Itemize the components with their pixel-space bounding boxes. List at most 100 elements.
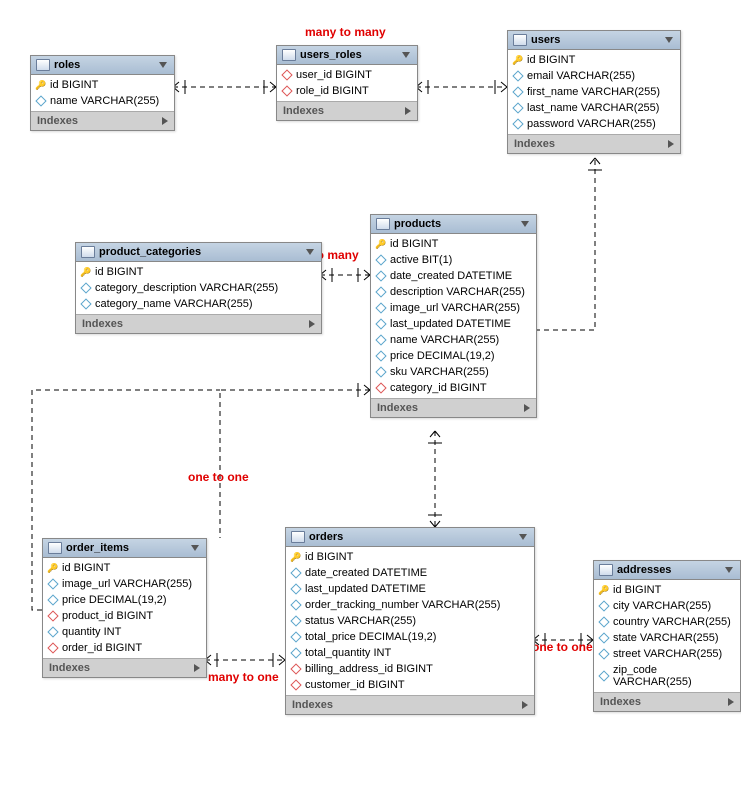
diamond-icon	[376, 255, 386, 265]
rel-label-many-to-many: many to many	[305, 25, 386, 39]
key-icon	[81, 267, 91, 277]
column-row: last_updated DATETIME	[286, 581, 534, 597]
chevron-down-icon[interactable]	[519, 534, 527, 540]
diamond-icon	[282, 86, 292, 96]
column-row: last_name VARCHAR(255)	[508, 100, 680, 116]
column-row: id BIGINT	[76, 264, 321, 280]
diamond-icon	[513, 119, 523, 129]
diamond-icon	[291, 632, 301, 642]
table-roles[interactable]: roles id BIGINT name VARCHAR(255) Indexe…	[30, 55, 175, 131]
column-row: role_id BIGINT	[277, 83, 417, 99]
table-columns: id BIGINT category_description VARCHAR(2…	[76, 262, 321, 314]
column-row: id BIGINT	[286, 549, 534, 565]
table-header[interactable]: orders	[286, 528, 534, 547]
column-row: total_price DECIMAL(19,2)	[286, 629, 534, 645]
chevron-down-icon[interactable]	[725, 567, 733, 573]
table-title: users	[531, 34, 560, 46]
table-title: users_roles	[300, 49, 362, 61]
chevron-right-icon	[524, 404, 530, 412]
table-header[interactable]: users_roles	[277, 46, 417, 65]
column-row: country VARCHAR(255)	[594, 614, 740, 630]
table-header[interactable]: users	[508, 31, 680, 50]
column-row: zip_code VARCHAR(255)	[594, 662, 740, 690]
table-product-categories[interactable]: product_categories id BIGINT category_de…	[75, 242, 322, 334]
chevron-down-icon[interactable]	[159, 62, 167, 68]
column-row: price DECIMAL(19,2)	[371, 348, 536, 364]
indexes-footer[interactable]: Indexes	[31, 111, 174, 130]
column-row: id BIGINT	[43, 560, 206, 576]
diamond-icon	[36, 96, 46, 106]
table-icon	[599, 564, 613, 576]
table-header[interactable]: product_categories	[76, 243, 321, 262]
chevron-down-icon[interactable]	[402, 52, 410, 58]
indexes-footer[interactable]: Indexes	[594, 692, 740, 711]
indexes-footer[interactable]: Indexes	[508, 134, 680, 153]
diamond-icon	[376, 271, 386, 281]
table-header[interactable]: products	[371, 215, 536, 234]
table-columns: id BIGINT active BIT(1) date_created DAT…	[371, 234, 536, 398]
indexes-footer[interactable]: Indexes	[43, 658, 206, 677]
table-icon	[376, 218, 390, 230]
indexes-footer[interactable]: Indexes	[76, 314, 321, 333]
column-row: street VARCHAR(255)	[594, 646, 740, 662]
table-title: orders	[309, 531, 343, 543]
diamond-icon	[81, 299, 91, 309]
table-icon	[36, 59, 50, 71]
column-row: state VARCHAR(255)	[594, 630, 740, 646]
column-row: sku VARCHAR(255)	[371, 364, 536, 380]
column-row: id BIGINT	[594, 582, 740, 598]
table-icon	[48, 542, 62, 554]
column-row: billing_address_id BIGINT	[286, 661, 534, 677]
column-row: last_updated DATETIME	[371, 316, 536, 332]
column-row: category_id BIGINT	[371, 380, 536, 396]
diamond-icon	[291, 568, 301, 578]
diamond-icon	[291, 616, 301, 626]
diamond-icon	[291, 680, 301, 690]
diamond-icon	[599, 649, 609, 659]
diamond-icon	[291, 584, 301, 594]
table-columns: id BIGINT image_url VARCHAR(255) price D…	[43, 558, 206, 658]
table-orders[interactable]: orders id BIGINT date_created DATETIME l…	[285, 527, 535, 715]
table-addresses[interactable]: addresses id BIGINT city VARCHAR(255) co…	[593, 560, 741, 712]
chevron-down-icon[interactable]	[665, 37, 673, 43]
chevron-down-icon[interactable]	[521, 221, 529, 227]
table-columns: id BIGINT city VARCHAR(255) country VARC…	[594, 580, 740, 692]
indexes-footer[interactable]: Indexes	[286, 695, 534, 714]
table-header[interactable]: order_items	[43, 539, 206, 558]
diamond-icon	[599, 617, 609, 627]
column-row: category_name VARCHAR(255)	[76, 296, 321, 312]
chevron-right-icon	[162, 117, 168, 125]
er-diagram-canvas: many to many one to many one to one many…	[0, 0, 741, 802]
column-row: quantity INT	[43, 624, 206, 640]
table-users-roles[interactable]: users_roles user_id BIGINT role_id BIGIN…	[276, 45, 418, 121]
table-icon	[291, 531, 305, 543]
indexes-footer[interactable]: Indexes	[277, 101, 417, 120]
indexes-footer[interactable]: Indexes	[371, 398, 536, 417]
chevron-down-icon[interactable]	[191, 545, 199, 551]
column-row: image_url VARCHAR(255)	[371, 300, 536, 316]
table-order-items[interactable]: order_items id BIGINT image_url VARCHAR(…	[42, 538, 207, 678]
chevron-right-icon	[405, 107, 411, 115]
column-row: date_created DATETIME	[286, 565, 534, 581]
diamond-icon	[48, 627, 58, 637]
table-header[interactable]: addresses	[594, 561, 740, 580]
diamond-icon	[599, 671, 609, 681]
diamond-icon	[376, 287, 386, 297]
table-icon	[81, 246, 95, 258]
table-columns: id BIGINT date_created DATETIME last_upd…	[286, 547, 534, 695]
diamond-icon	[291, 648, 301, 658]
column-row: price DECIMAL(19,2)	[43, 592, 206, 608]
table-header[interactable]: roles	[31, 56, 174, 75]
rel-label-one-to-one-1: one to one	[188, 470, 249, 484]
diamond-icon	[599, 633, 609, 643]
chevron-right-icon	[194, 664, 200, 672]
column-row: name VARCHAR(255)	[371, 332, 536, 348]
chevron-down-icon[interactable]	[306, 249, 314, 255]
diamond-icon	[291, 600, 301, 610]
table-title: product_categories	[99, 246, 201, 258]
table-products[interactable]: products id BIGINT active BIT(1) date_cr…	[370, 214, 537, 418]
table-users[interactable]: users id BIGINT email VARCHAR(255) first…	[507, 30, 681, 154]
diamond-icon	[376, 303, 386, 313]
column-row: product_id BIGINT	[43, 608, 206, 624]
chevron-right-icon	[668, 140, 674, 148]
